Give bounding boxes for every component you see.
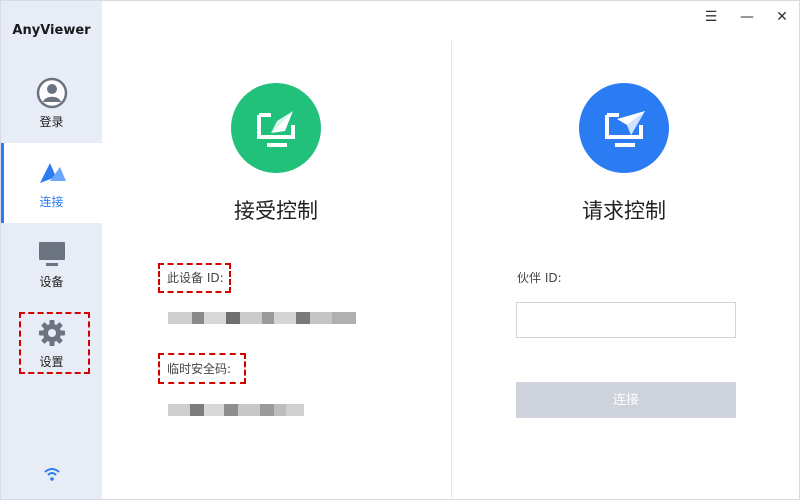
sidebar-item-login[interactable]: 登录 bbox=[1, 63, 102, 143]
request-control-icon bbox=[579, 83, 669, 173]
sidebar-item-label: 设备 bbox=[39, 275, 64, 289]
sidebar-item-connect[interactable]: 连接 bbox=[1, 143, 102, 223]
temp-code-value-masked bbox=[168, 404, 304, 416]
request-control-title: 请求控制 bbox=[582, 199, 666, 223]
sidebar-item-label: 登录 bbox=[39, 115, 64, 129]
user-icon bbox=[36, 77, 68, 109]
menu-button[interactable]: ☰ bbox=[699, 7, 723, 27]
connect-icon bbox=[40, 163, 66, 183]
receive-control-title: 接受控制 bbox=[234, 199, 318, 223]
receive-control-icon bbox=[231, 83, 321, 173]
partner-id-input[interactable] bbox=[516, 302, 736, 338]
device-id-value-masked bbox=[168, 312, 356, 324]
wifi-icon bbox=[44, 468, 60, 481]
device-id-highlight-box bbox=[158, 263, 231, 293]
temp-code-highlight-box bbox=[158, 353, 246, 384]
sidebar-item-devices[interactable]: 设备 bbox=[1, 223, 102, 303]
connect-button[interactable]: 连接 bbox=[516, 382, 736, 418]
close-button[interactable]: ✕ bbox=[770, 7, 794, 27]
panel-divider bbox=[451, 41, 452, 499]
settings-highlight-box bbox=[19, 312, 90, 374]
app-title: AnyViewer bbox=[12, 23, 91, 38]
partner-id-label: 伙伴 ID: bbox=[517, 271, 562, 285]
app-window: AnyViewer 登录 连接 设备 设置 ☰ — ✕ 接受控制 此设备 ID:… bbox=[0, 0, 800, 500]
sidebar-item-label: 连接 bbox=[39, 195, 64, 209]
monitor-icon bbox=[39, 242, 65, 266]
minimize-button[interactable]: — bbox=[735, 7, 759, 27]
sidebar: AnyViewer 登录 连接 设备 设置 bbox=[1, 1, 102, 499]
